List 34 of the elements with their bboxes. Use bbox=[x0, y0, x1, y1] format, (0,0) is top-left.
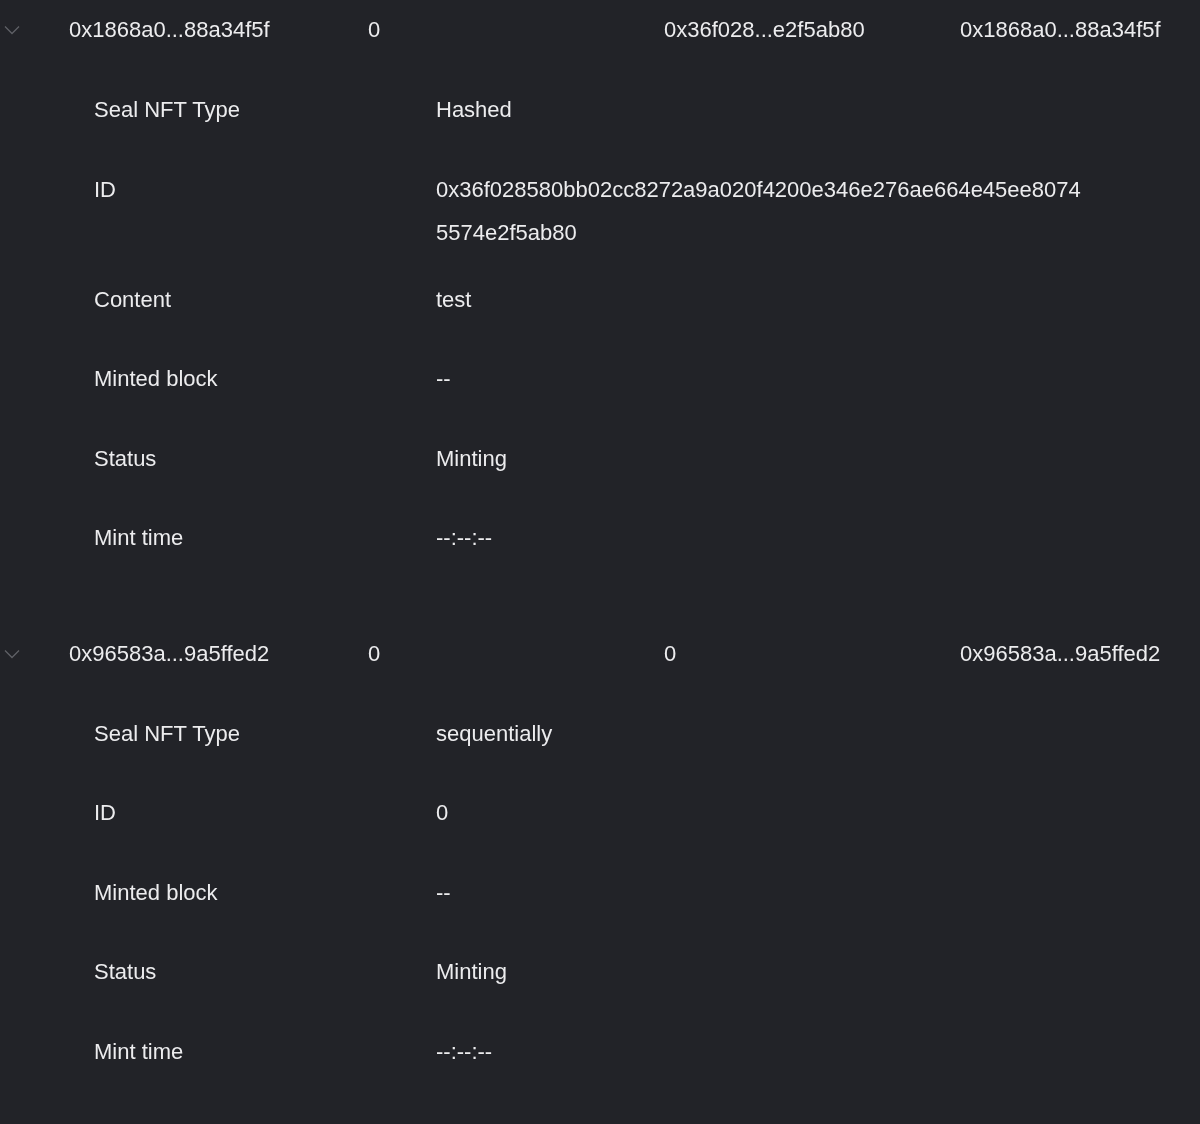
detail-label: Status bbox=[94, 444, 157, 473]
detail-value: sequentially bbox=[436, 719, 553, 748]
table-cell-text: 0x96583a...9a5ffed2 bbox=[960, 639, 1162, 668]
detail-value: Hashed bbox=[436, 96, 512, 124]
table-cell-text: 0 bbox=[664, 639, 678, 668]
detail-value: --:--:-- bbox=[436, 1037, 493, 1066]
detail-label: Content bbox=[94, 285, 172, 314]
detail-value: 0 bbox=[436, 799, 449, 827]
table-cell-text: 0 bbox=[368, 639, 382, 668]
detail-value: --:--:-- bbox=[436, 524, 493, 552]
table-cell-text: 0 bbox=[368, 16, 382, 44]
detail-label: Minted block bbox=[94, 365, 218, 393]
detail-value: Minting bbox=[436, 444, 507, 473]
detail-value: -- bbox=[436, 365, 451, 393]
detail-label: ID bbox=[94, 799, 116, 827]
table-cell-text: 0x96583a...9a5ffed2 bbox=[69, 639, 271, 668]
detail-label: Mint time bbox=[94, 524, 184, 552]
detail-label: Status bbox=[94, 958, 157, 986]
detail-value: -- bbox=[436, 878, 451, 907]
table-cell-text: 0x36f028...e2f5ab80 bbox=[664, 16, 866, 44]
chevron-toggle-button[interactable] bbox=[4, 25, 20, 35]
chevron-toggle-button[interactable] bbox=[4, 648, 20, 659]
detail-label: Minted block bbox=[94, 878, 218, 907]
detail-value: Minting bbox=[436, 958, 507, 986]
detail-value: 0x36f028580bb02cc8272a9a020f4200e346e276ae664e45ee80745574e2f5ab80 bbox=[436, 175, 1082, 247]
detail-label: ID bbox=[94, 175, 116, 204]
detail-label: Seal NFT Type bbox=[94, 719, 240, 748]
chevron-down-icon bbox=[4, 25, 20, 35]
detail-label: Mint time bbox=[94, 1037, 184, 1066]
chevron-down-icon bbox=[4, 648, 20, 659]
detail-label: Seal NFT Type bbox=[94, 96, 240, 124]
table-cell-text: 0x1868a0...88a34f5f bbox=[69, 16, 271, 44]
table-cell-text: 0x1868a0...88a34f5f bbox=[960, 16, 1162, 44]
detail-value: test bbox=[436, 285, 472, 314]
